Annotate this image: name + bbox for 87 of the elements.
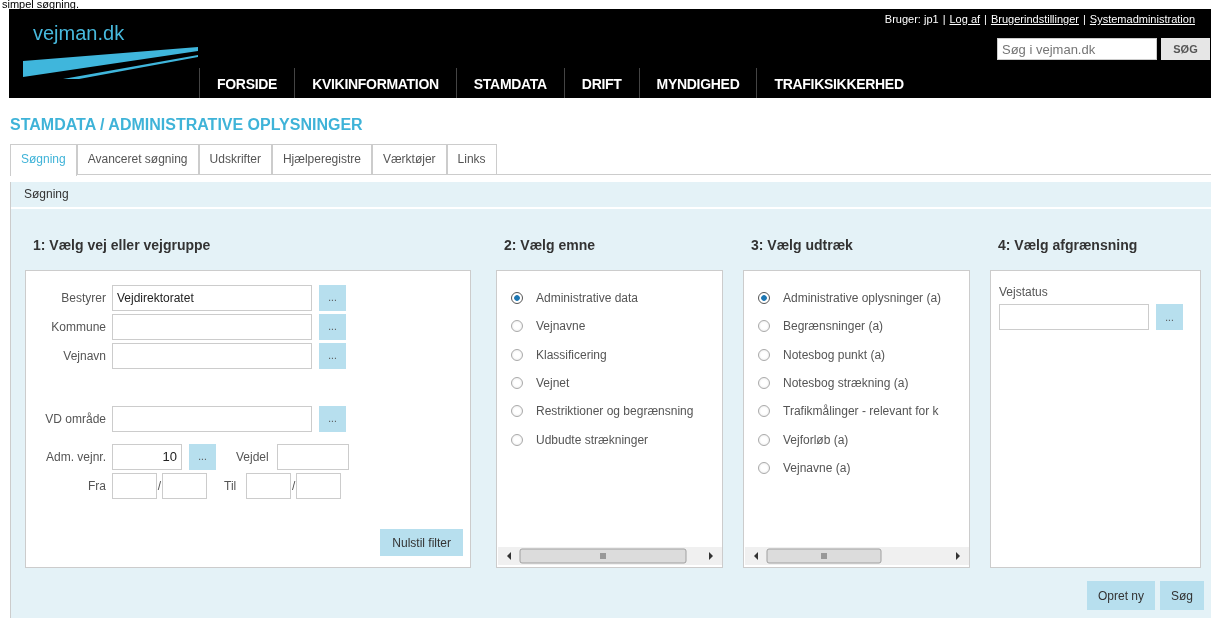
reset-filter-button[interactable]: Nulstil filter xyxy=(380,529,463,556)
tab[interactable]: Hjælperegistre xyxy=(271,144,372,175)
radio-button[interactable] xyxy=(758,320,770,333)
radio-button[interactable] xyxy=(758,433,770,446)
field-label: Til xyxy=(224,478,237,493)
input-field[interactable] xyxy=(296,472,342,499)
field-label: Kommune xyxy=(50,319,106,334)
field-label: Adm. vejnr. xyxy=(44,449,106,464)
input-field[interactable]: Vejdirektoratet xyxy=(112,284,312,311)
tab[interactable]: Udskrifter xyxy=(198,144,272,175)
search-field[interactable]: Søg i vejman.dk xyxy=(997,38,1157,60)
user-link[interactable]: Log af xyxy=(949,13,981,33)
field-label: Fra xyxy=(87,478,106,493)
input-field[interactable] xyxy=(162,472,207,499)
input-field[interactable] xyxy=(276,443,349,470)
input-field[interactable] xyxy=(246,472,292,499)
input-field[interactable]: 10 xyxy=(112,443,182,470)
page-title: STAMDATA / ADMINISTRATIVE OPLYSNINGER xyxy=(10,116,364,135)
field-label: Bestyrer xyxy=(60,290,106,305)
radio-button[interactable] xyxy=(511,320,523,333)
option-label[interactable]: Udbudte strækninger xyxy=(536,432,649,447)
lookup-button[interactable]: ... xyxy=(319,342,346,369)
section-heading: 2: Vælg emne xyxy=(503,237,597,255)
radio-button[interactable] xyxy=(511,433,523,446)
section-heading: 1: Vælg vej eller vejgruppe xyxy=(32,237,212,255)
field-label: VD område xyxy=(44,411,106,426)
lookup-button[interactable]: ... xyxy=(319,284,346,311)
tab[interactable]: Links xyxy=(446,144,497,175)
nav-item[interactable]: KVIKINFORMATION xyxy=(294,68,456,98)
nav-item[interactable]: FORSIDE xyxy=(199,68,295,98)
section-heading: 3: Vælg udtræk xyxy=(750,237,854,255)
radio-button[interactable] xyxy=(511,405,523,418)
input-field[interactable] xyxy=(999,304,1149,330)
option-label[interactable]: Trafikmålinger - relevant for k xyxy=(783,404,939,419)
radio-button[interactable] xyxy=(758,348,770,361)
nav-item[interactable]: DRIFT xyxy=(563,68,639,98)
user-label: Bruger: jp1 xyxy=(884,13,939,27)
separator-text: | xyxy=(942,13,946,27)
radio-button[interactable] xyxy=(511,377,523,390)
option-label[interactable]: Klassificering xyxy=(536,347,607,362)
radio-button[interactable] xyxy=(758,377,770,390)
tab[interactable]: Værktøjer xyxy=(371,144,447,175)
option-label[interactable]: Notesbog punkt (a) xyxy=(783,347,886,362)
input-field[interactable] xyxy=(112,342,312,369)
nav-item[interactable]: MYNDIGHED xyxy=(638,68,757,98)
option-label[interactable]: Notesbog strækning (a) xyxy=(783,376,909,391)
search-button[interactable]: SØG xyxy=(1161,38,1210,60)
input-field[interactable] xyxy=(112,472,157,499)
lookup-button[interactable]: ... xyxy=(1156,304,1183,330)
slash-text: / xyxy=(291,478,297,493)
option-label[interactable]: Begrænsninger (a) xyxy=(783,319,884,334)
tab[interactable]: Avanceret søgning xyxy=(76,144,199,175)
nav-item[interactable]: STAMDATA xyxy=(455,68,564,98)
logo-stripes-icon xyxy=(23,47,199,81)
option-label[interactable]: Vejnavne (a) xyxy=(783,460,851,475)
input-field[interactable] xyxy=(112,313,312,340)
input-field[interactable] xyxy=(112,405,312,432)
section-heading: 4: Vælg afgrænsning xyxy=(997,237,1139,255)
action-button[interactable]: Opret ny xyxy=(1086,581,1155,610)
panel-title: Søgning xyxy=(11,182,1211,209)
lookup-button[interactable]: ... xyxy=(189,443,216,470)
lookup-button[interactable]: ... xyxy=(319,313,346,340)
slash-text: / xyxy=(157,478,162,493)
field-label: Vejnavn xyxy=(62,348,106,363)
scrollbar-drawing[interactable] xyxy=(745,547,969,565)
radio-button[interactable] xyxy=(511,292,523,305)
field-label: Vejstatus xyxy=(999,285,1049,299)
user-link[interactable]: Systemadministration xyxy=(1089,13,1195,33)
option-label[interactable]: Administrative data xyxy=(536,291,639,306)
separator-text: | xyxy=(1083,13,1086,27)
option-label[interactable]: Vejforløb (a) xyxy=(783,432,849,447)
separator-text: | xyxy=(984,13,987,27)
option-label[interactable]: Administrative oplysninger (a) xyxy=(783,291,942,306)
scrollbar-drawing[interactable] xyxy=(498,547,722,565)
nav-item[interactable]: TRAFIKSIKKERHED xyxy=(756,68,921,98)
option-label[interactable]: Vejnet xyxy=(536,376,570,391)
radio-button[interactable] xyxy=(758,292,770,305)
field-label: Vejdel xyxy=(236,449,269,464)
action-button[interactable]: Søg xyxy=(1160,581,1204,610)
option-label[interactable]: Restriktioner og begrænsning xyxy=(536,404,694,419)
radio-button[interactable] xyxy=(758,461,770,474)
radio-button[interactable] xyxy=(758,405,770,418)
lookup-button[interactable]: ... xyxy=(319,405,346,432)
user-link[interactable]: Brugerindstillinger xyxy=(990,13,1079,33)
logo-text: vejman.dk xyxy=(32,21,125,45)
radio-button[interactable] xyxy=(511,348,523,361)
option-label[interactable]: Vejnavne xyxy=(536,319,586,334)
